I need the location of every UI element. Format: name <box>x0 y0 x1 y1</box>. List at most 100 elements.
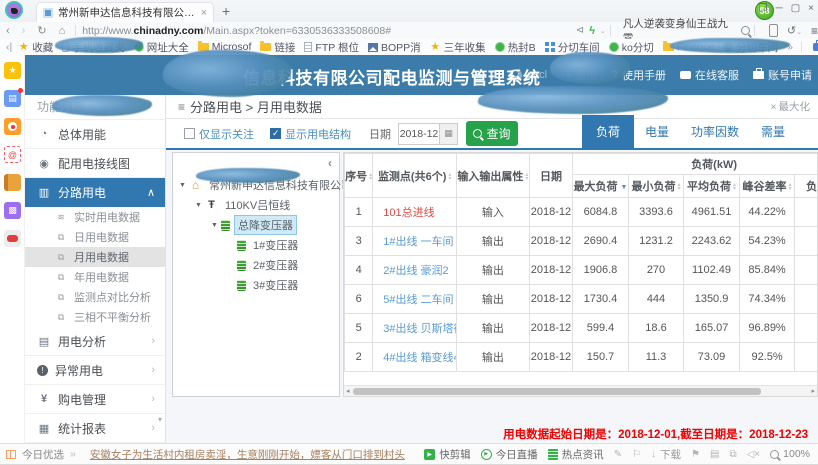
table-row[interactable]: 2 4#出线 箱变线4 输出 2018-12 150.7 11.3 73.09 … <box>345 343 818 372</box>
tree-expander-icon[interactable]: ▼ <box>211 222 221 229</box>
monitor-point-link[interactable]: 5#出线 二车间 <box>373 285 457 314</box>
bookmark-item[interactable]: 链接 <box>260 40 295 55</box>
pen-icon[interactable]: ✎ <box>614 449 622 460</box>
sidebar-item[interactable]: 三相不平衡分析 <box>25 307 165 327</box>
scroll-right-icon[interactable]: ▸ <box>811 387 815 395</box>
col-header-min-load[interactable]: 最小负荷 <box>628 175 684 198</box>
user-chip[interactable]: zhcl <box>509 69 547 82</box>
forward-icon[interactable]: › <box>22 25 26 37</box>
header-link[interactable]: 在线客服 <box>680 67 739 83</box>
passport-icon[interactable] <box>813 43 818 51</box>
col-header-load-rate[interactable]: 负载率 <box>795 175 818 198</box>
tree-node[interactable]: ▼ 2#变压器 <box>177 255 337 275</box>
tree-node[interactable]: ▼ 110KV吕恒线 <box>177 195 337 215</box>
collapse-bookmarks-icon[interactable]: ‹| <box>6 41 12 53</box>
monitor-point-link[interactable]: 4#出线 箱变线4 <box>373 343 457 372</box>
collapse-tree-icon[interactable]: ‹ <box>328 156 332 170</box>
col-header-max-load[interactable]: 最大负荷 <box>573 175 629 198</box>
restore-tabs-icon[interactable]: ↺⌄ <box>787 24 802 37</box>
bookmark-item[interactable]: 热封B <box>495 40 536 55</box>
skin-icon[interactable]: ❒ <box>759 3 768 14</box>
tree-expander-icon[interactable]: ▼ <box>179 182 189 189</box>
sidebar-scroll-down-icon[interactable]: ▾ <box>158 415 162 424</box>
tab-close-icon[interactable]: × <box>201 7 207 19</box>
monitor-point-link[interactable]: 1#出线 一车间 <box>373 227 457 256</box>
sort-icon[interactable] <box>789 183 792 191</box>
col-header-avg-load[interactable]: 平均负荷 <box>684 175 740 198</box>
print-icon[interactable]: ▤ <box>710 449 719 460</box>
col-header-point[interactable]: 监测点(共6个) <box>373 154 457 198</box>
breadcrumb-menu-icon[interactable]: ≡ <box>178 100 185 114</box>
headline-link[interactable]: 安徽女子为生活村内租房卖淫，生意刚刚开始，嫖客从门口排到村头 <box>90 447 405 462</box>
measure-tab[interactable]: 电量 <box>634 123 680 148</box>
sidebar-item[interactable]: 用电分析 › <box>25 327 165 356</box>
maximize-window-icon[interactable]: ▢ <box>791 3 800 14</box>
feed-icon[interactable]: ▤ <box>4 90 21 107</box>
date-input[interactable]: 2018-12 ▦ <box>398 123 458 145</box>
sidebar-item[interactable]: 分路用电 ∧ <box>25 178 165 207</box>
sidebar-item[interactable]: 监测点对比分析 <box>25 287 165 307</box>
back-icon[interactable]: ‹ <box>6 25 10 37</box>
favorites-icon[interactable]: ★ <box>4 62 21 79</box>
sidebar-item[interactable]: 月用电数据 <box>25 247 165 267</box>
bookmark-item[interactable]: 收藏 <box>18 40 53 55</box>
measure-tab[interactable]: 功率因数 <box>680 123 750 148</box>
minimize-icon[interactable]: ─ <box>776 3 783 14</box>
weibo-icon[interactable] <box>4 118 21 135</box>
menu-icon[interactable]: ≡ <box>811 24 818 38</box>
scrollbar-thumb[interactable] <box>353 388 761 395</box>
speedup-icon[interactable]: ϟ <box>589 25 595 37</box>
banner-icon[interactable]: ⚑ <box>691 449 700 460</box>
maximize-button[interactable]: ×最大化 <box>770 99 810 114</box>
sort-icon[interactable] <box>677 183 680 191</box>
tree-node[interactable]: ▼ 3#变压器 <box>177 275 337 295</box>
table-row[interactable]: 6 5#出线 二车间 输出 2018-12 1730.4 444 1350.9 … <box>345 285 818 314</box>
show-structure-checkbox[interactable] <box>270 128 281 139</box>
mute-icon[interactable]: ◁× <box>747 449 761 460</box>
col-header-index[interactable]: 序号 <box>345 154 373 198</box>
home-nav-icon[interactable]: ⌂ <box>59 25 66 37</box>
phone-sync-icon[interactable] <box>769 24 778 37</box>
only-follow-checkbox[interactable] <box>184 128 195 139</box>
sort-icon[interactable] <box>369 173 372 181</box>
sort-icon[interactable] <box>525 173 528 181</box>
sidebar-item[interactable]: 配用电接线图 <box>25 149 165 178</box>
status-tool[interactable]: 今日直播 <box>481 447 538 462</box>
sidebar-item[interactable]: 实时用电数据 <box>25 207 165 227</box>
new-tab-button[interactable]: + <box>222 3 230 19</box>
browser-tab[interactable]: 常州新申达信息科技有限公司配... × <box>36 2 214 22</box>
chevron-down-icon[interactable]: ⌄ <box>600 27 606 35</box>
reload-icon[interactable]: ↻ <box>37 24 46 37</box>
query-button[interactable]: 查询 <box>466 121 518 146</box>
horizontal-scrollbar[interactable]: ◂ ▸ <box>344 385 817 396</box>
sidebar-item[interactable]: 统计报表 › <box>25 414 165 443</box>
sort-desc-icon[interactable] <box>621 184 628 191</box>
table-row[interactable]: 4 2#出线 豪润2 输出 2018-12 1906.8 270 1102.49… <box>345 256 818 285</box>
col-header-date[interactable]: 日期 <box>529 154 572 198</box>
flag-icon[interactable]: ⚐ <box>632 449 641 460</box>
sidebar-item[interactable]: 日用电数据 <box>25 227 165 247</box>
tree-node[interactable]: ▼ 1#变压器 <box>177 235 337 255</box>
monitor-point-link[interactable]: 2#出线 豪润2 <box>373 256 457 285</box>
browser-logo[interactable] <box>5 1 23 19</box>
tree-node[interactable]: ▼ 总降变压器 <box>177 215 337 235</box>
translate-icon[interactable]: ▩ <box>4 202 21 219</box>
status-tool[interactable]: 快剪辑 <box>424 447 471 462</box>
col-header-peak-valley[interactable]: 峰谷差率 <box>739 175 795 198</box>
zoom-level[interactable]: 100% <box>770 448 810 460</box>
col-header-direction[interactable]: 输入输出属性 <box>457 154 530 198</box>
monitor-point-link[interactable]: 101总进线 <box>373 198 457 227</box>
calendar-icon[interactable]: ▦ <box>439 124 457 144</box>
table-row[interactable]: 1 101总进线 输入 2018-12 6084.8 3393.6 4961.5… <box>345 198 818 227</box>
bookmark-item[interactable]: BOPP消 <box>368 40 421 55</box>
table-row[interactable]: 5 3#出线 贝斯塔德3 输出 2018-12 599.4 18.6 165.0… <box>345 314 818 343</box>
bookmark-item[interactable]: FTP 根位 <box>304 40 359 55</box>
gift-icon[interactable] <box>6 450 16 459</box>
capture-icon[interactable]: @ <box>4 146 21 163</box>
bookmark-item[interactable]: ko分切 <box>609 40 654 55</box>
search-icon[interactable] <box>741 26 750 35</box>
header-link[interactable]: 账号申请 <box>753 67 812 83</box>
measure-tab[interactable]: 负荷 <box>582 115 634 148</box>
bookmark-item[interactable]: 三年收集 <box>430 40 486 55</box>
sidebar-item[interactable]: 异常用电 › <box>25 356 165 385</box>
